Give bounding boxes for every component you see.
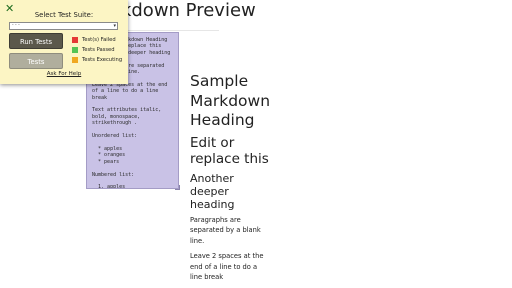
editor-resize-handle[interactable] — [175, 185, 180, 190]
preview-heading-2: Edit or replace this — [190, 134, 269, 168]
failed-status-swatch — [72, 37, 78, 43]
preview-paragraph: Paragraphs are separated by a blank line… — [190, 215, 261, 245]
suite-select-value: - - - — [12, 23, 20, 28]
suite-label: Select Test Suite: — [34, 11, 94, 19]
run-tests-button[interactable]: Run Tests — [9, 33, 63, 49]
passed-status-swatch — [72, 47, 78, 53]
legend-label: Test(s) Failed — [82, 37, 116, 43]
tests-button[interactable]: Tests — [9, 53, 63, 69]
legend-label: Tests Passed — [82, 47, 115, 53]
suite-select[interactable]: - - - ▾ — [9, 22, 118, 30]
test-suite-panel: ✕ Select Test Suite: - - - ▾ Run Tests T… — [0, 0, 128, 84]
preview-paragraph: Leave 2 spaces at the end of a line to d… — [190, 252, 264, 281]
markdown-preview: Sample Markdown Heading Edit or replace … — [190, 72, 270, 288]
preview-heading-1: Sample Markdown Heading — [190, 72, 271, 129]
legend-label: Tests Executing — [82, 57, 123, 63]
executing-status-swatch — [72, 57, 78, 63]
app-stage: Markdown Preview # Sample Markdown Headi… — [0, 0, 512, 288]
chevron-down-icon: ▾ — [113, 23, 116, 29]
preview-heading-3: Another deeper heading — [190, 171, 235, 211]
ask-for-help-link[interactable]: Ask For Help — [0, 71, 128, 77]
